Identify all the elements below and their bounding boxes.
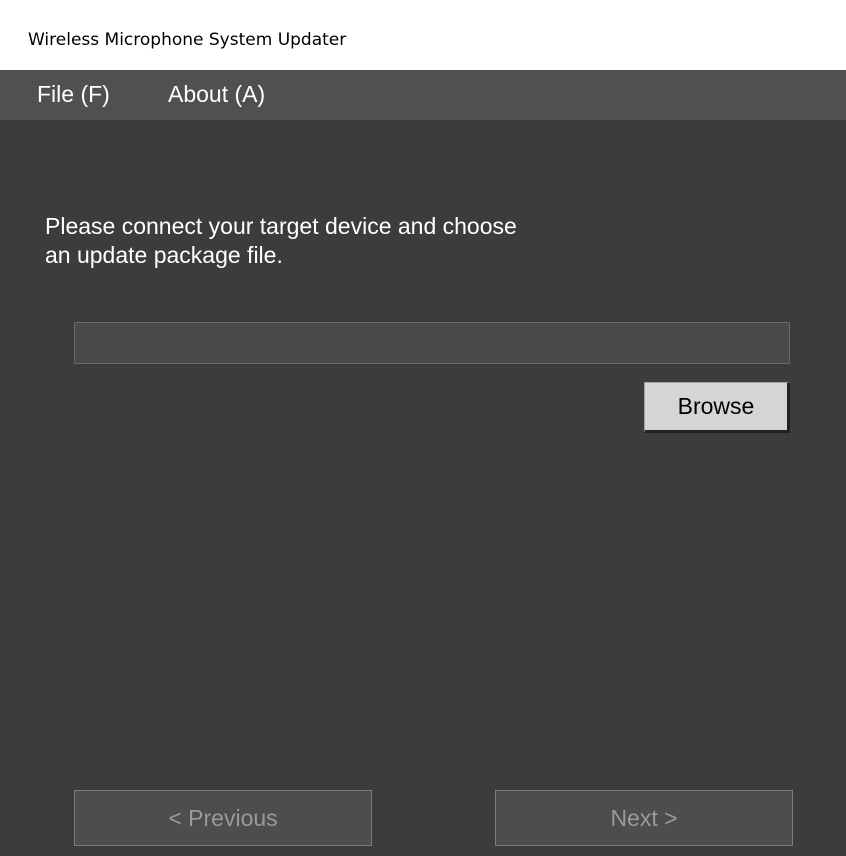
next-button[interactable]: Next > xyxy=(495,790,793,846)
previous-button[interactable]: < Previous xyxy=(74,790,372,846)
menu-bar: File (F) About (A) xyxy=(0,70,846,120)
instruction-text: Please connect your target device and ch… xyxy=(45,212,745,270)
menu-about[interactable]: About (A) xyxy=(168,81,265,108)
browse-button[interactable]: Browse xyxy=(644,382,790,433)
title-bar: Wireless Microphone System Updater xyxy=(0,0,846,70)
instruction-line-1: Please connect your target device and ch… xyxy=(45,213,517,239)
window-title: Wireless Microphone System Updater xyxy=(28,30,347,50)
instruction-line-2: an update package file. xyxy=(45,242,283,268)
file-path-input[interactable] xyxy=(74,322,790,364)
menu-file[interactable]: File (F) xyxy=(37,81,110,108)
updater-window: Wireless Microphone System Updater File … xyxy=(0,0,846,856)
